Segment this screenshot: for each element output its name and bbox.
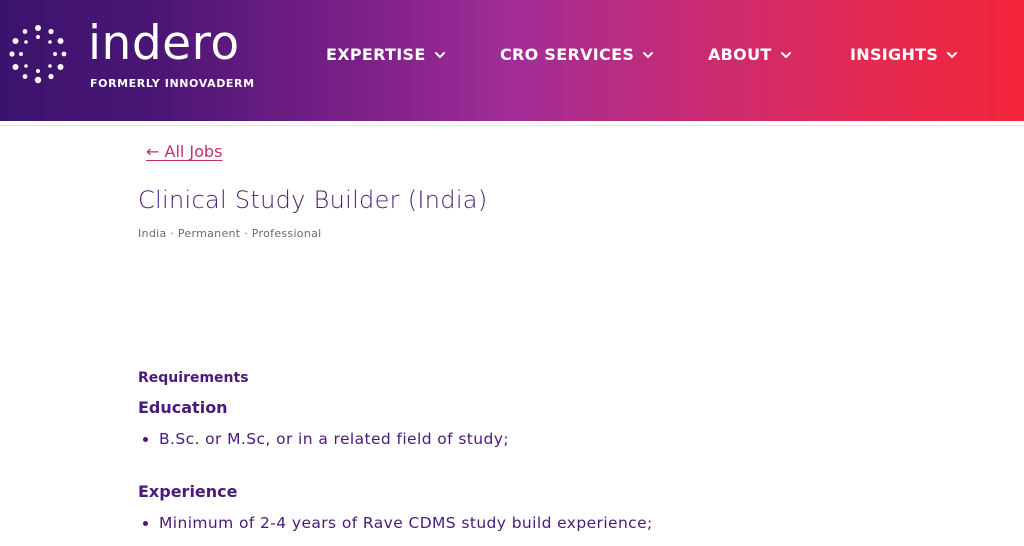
experience-list: Minimum of 2-4 years of Rave CDMS study … (138, 514, 653, 532)
nav-item-label: ABOUT (708, 45, 772, 64)
job-meta: India · Permanent · Professional (138, 227, 322, 240)
header-divider (0, 125, 1024, 126)
list-item: Minimum of 2-4 years of Rave CDMS study … (138, 514, 653, 532)
brand-name[interactable]: indero (88, 16, 240, 72)
nav-item-label: INSIGHTS (850, 45, 939, 64)
nav-item-expertise[interactable]: EXPERTISE (326, 45, 446, 64)
nav-item-about[interactable]: ABOUT (708, 45, 792, 64)
requirements-label: Requirements (138, 370, 249, 386)
education-heading: Education (138, 398, 228, 417)
site-header: indero FORMERLY INNOVADERM EXPERTISE CRO… (0, 0, 1024, 121)
list-item-text: Minimum of 2-4 years of Rave CDMS study … (159, 514, 653, 532)
indero-logo-icon[interactable] (6, 22, 70, 86)
nav-item-label: EXPERTISE (326, 45, 426, 64)
page-title: Clinical Study Builder (India) (138, 186, 488, 214)
nav-item-label: CRO SERVICES (500, 45, 635, 64)
chevron-down-icon (780, 51, 791, 58)
nav-item-insights[interactable]: INSIGHTS (850, 45, 958, 64)
bullet-icon (143, 436, 148, 442)
all-jobs-link[interactable]: ← All Jobs (146, 142, 222, 161)
list-item: B.Sc. or M.Sc, or in a related field of … (138, 430, 509, 448)
experience-heading: Experience (138, 482, 238, 501)
nav-item-cro-services[interactable]: CRO SERVICES (500, 45, 654, 64)
education-list: B.Sc. or M.Sc, or in a related field of … (138, 430, 509, 448)
chevron-down-icon (643, 51, 654, 58)
chevron-down-icon (434, 51, 445, 58)
chevron-down-icon (947, 51, 958, 58)
brand-subtitle: FORMERLY INNOVADERM (90, 77, 255, 90)
bullet-icon (143, 520, 148, 526)
list-item-text: B.Sc. or M.Sc, or in a related field of … (159, 430, 509, 448)
